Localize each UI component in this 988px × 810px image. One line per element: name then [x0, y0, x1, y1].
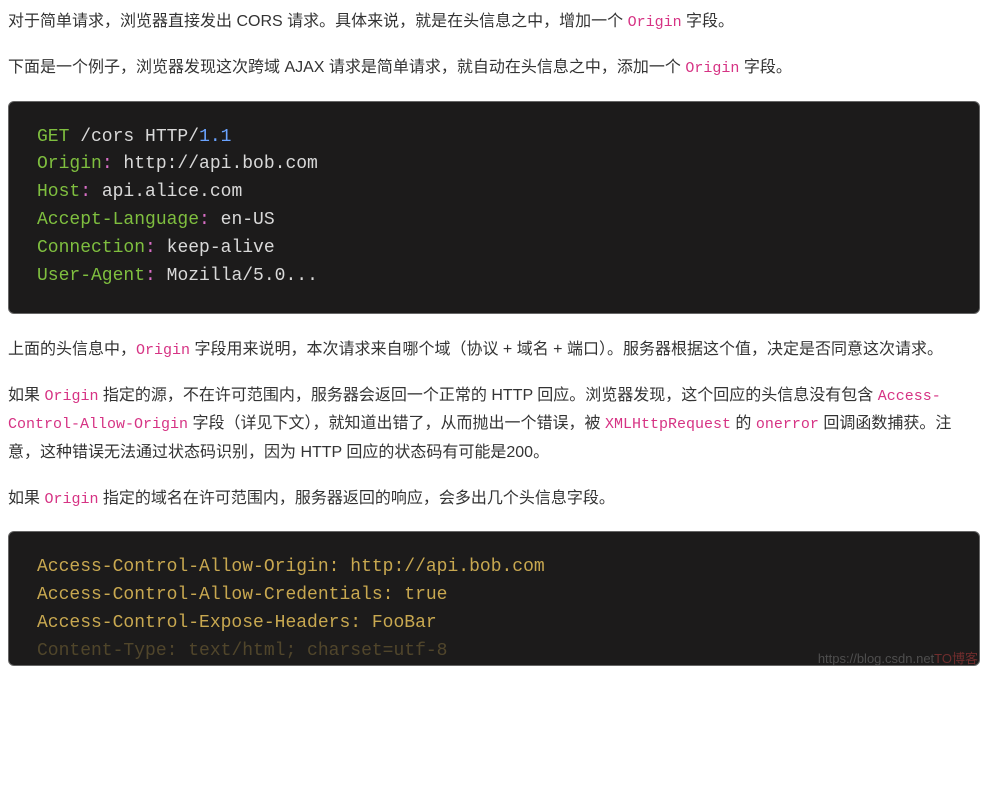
- header-name: Access-Control-Expose-Headers: [37, 613, 350, 633]
- header-value: api.alice.com: [91, 182, 242, 202]
- header-name: Access-Control-Allow-Origin: [37, 557, 329, 577]
- header-colon: :: [329, 557, 340, 577]
- inline-code-onerror: onerror: [756, 416, 819, 433]
- header-colon: :: [145, 238, 156, 258]
- inline-code-origin: Origin: [136, 342, 190, 359]
- text: 如果: [8, 490, 44, 507]
- header-colon: :: [199, 210, 210, 230]
- code-block-response: Access-Control-Allow-Origin: http://api.…: [8, 531, 980, 667]
- text: 字段。: [682, 13, 734, 30]
- text: 上面的头信息中，: [8, 341, 136, 358]
- header-name: Content-Type: [37, 641, 167, 661]
- header-value: http://api.bob.com: [339, 557, 544, 577]
- header-value: keep-alive: [156, 238, 275, 258]
- text: 字段（详见下文），就知道出错了，从而抛出一个错误，被: [188, 415, 605, 432]
- text: 字段。: [739, 59, 791, 76]
- inline-code-origin: Origin: [44, 388, 98, 405]
- paragraph-2: 下面是一个例子，浏览器发现这次跨域 AJAX 请求是简单请求，就自动在头信息之中…: [8, 54, 980, 82]
- header-colon: :: [383, 585, 394, 605]
- header-name: User-Agent: [37, 266, 145, 286]
- header-name: Origin: [37, 154, 102, 174]
- header-value: en-US: [210, 210, 275, 230]
- header-colon: :: [102, 154, 113, 174]
- header-name: Connection: [37, 238, 145, 258]
- http-protocol: HTTP: [145, 127, 188, 147]
- header-value: true: [393, 585, 447, 605]
- header-name: Accept-Language: [37, 210, 199, 230]
- text: 下面是一个例子，浏览器发现这次跨域 AJAX 请求是简单请求，就自动在头信息之中…: [8, 59, 685, 76]
- inline-code-origin: Origin: [44, 491, 98, 508]
- text: 指定的源，不在许可范围内，服务器会返回一个正常的 HTTP 回应。浏览器发现，这…: [98, 387, 877, 404]
- header-value: http://api.bob.com: [113, 154, 318, 174]
- header-colon: :: [350, 613, 361, 633]
- inline-code-origin: Origin: [628, 14, 682, 31]
- paragraph-4: 如果 Origin 指定的源，不在许可范围内，服务器会返回一个正常的 HTTP …: [8, 382, 980, 467]
- paragraph-5: 如果 Origin 指定的域名在许可范围内，服务器返回的响应，会多出几个头信息字…: [8, 485, 980, 513]
- http-path: /cors: [69, 127, 145, 147]
- header-colon: :: [167, 641, 178, 661]
- header-value: text/html; charset=utf-8: [177, 641, 447, 661]
- text: 如果: [8, 387, 44, 404]
- slash: /: [188, 127, 199, 147]
- text: 指定的域名在许可范围内，服务器返回的响应，会多出几个头信息字段。: [98, 490, 614, 507]
- inline-code-origin: Origin: [685, 60, 739, 77]
- text: 对于简单请求，浏览器直接发出 CORS 请求。具体来说，就是在头信息之中，增加一…: [8, 13, 628, 30]
- header-name: Access-Control-Allow-Credentials: [37, 585, 383, 605]
- header-colon: :: [145, 266, 156, 286]
- header-colon: :: [80, 182, 91, 202]
- http-version: 1.1: [199, 127, 231, 147]
- text: 字段用来说明，本次请求来自哪个域（协议 + 域名 + 端口）。服务器根据这个值，…: [190, 341, 943, 358]
- header-name: Host: [37, 182, 80, 202]
- paragraph-1: 对于简单请求，浏览器直接发出 CORS 请求。具体来说，就是在头信息之中，增加一…: [8, 8, 980, 36]
- http-method: GET: [37, 127, 69, 147]
- header-value: Mozilla/5.0...: [156, 266, 318, 286]
- paragraph-3: 上面的头信息中，Origin 字段用来说明，本次请求来自哪个域（协议 + 域名 …: [8, 336, 980, 364]
- text: 的: [731, 415, 756, 432]
- header-value: FooBar: [361, 613, 437, 633]
- inline-code-xhr: XMLHttpRequest: [605, 416, 731, 433]
- code-block-request: GET /cors HTTP/1.1 Origin: http://api.bo…: [8, 101, 980, 314]
